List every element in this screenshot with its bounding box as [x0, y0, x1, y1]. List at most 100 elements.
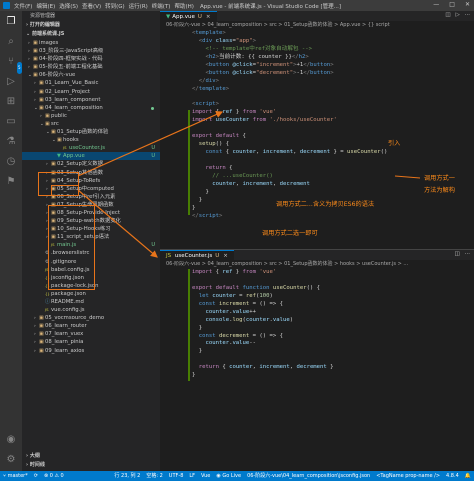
language-mode[interactable]: Vue [201, 471, 210, 481]
menu-item[interactable]: 终端(T) [152, 2, 171, 10]
code-line: import { ref } from 'vue' [192, 109, 277, 116]
close-tab-icon[interactable]: × [206, 14, 211, 20]
folder-item[interactable]: ⌄▣src [22, 120, 160, 128]
file-item[interactable]: JS vue.config.js [22, 306, 160, 314]
ts-version[interactable]: 4.8.4 [446, 471, 459, 481]
window-title: App.vue - 前端系统课.js - Visual Studio Code … [200, 4, 342, 10]
code-line: return { counter, increment, decrement } [198, 364, 334, 371]
tree-item-label: README.md [51, 299, 84, 305]
folder-item[interactable]: › ▣06_learn_router [22, 322, 160, 330]
folder-item[interactable]: › ▣04-阶段四-框架实战 - 代码 [22, 55, 160, 63]
folder-item[interactable]: ⌄▣06-阶段六-vue [22, 71, 160, 79]
workspace-section[interactable]: ⌄ 前端系统课.JS [22, 30, 160, 39]
tree-item-label: 04-阶段四-框架实战 - 代码 [39, 56, 103, 63]
menu-item[interactable]: 运行(R) [129, 2, 148, 10]
run-icon[interactable]: ▷ [456, 12, 460, 18]
folder-item[interactable]: › ▣07_learn_vuex [22, 330, 160, 338]
source-control-icon[interactable]: ⑂ 5 [5, 56, 22, 74]
menu-item[interactable]: 转到(G) [105, 2, 125, 10]
more-actions-icon[interactable]: ··· [465, 12, 470, 18]
tab-use-counter-js[interactable]: JS useCounter.js U × [160, 250, 234, 261]
file-item[interactable]: ▼ App.vue U [22, 152, 160, 161]
code-line: </div> [198, 77, 219, 84]
sync-icon[interactable]: ⟳ [34, 471, 38, 481]
go-live-button[interactable]: ◉ Go Live [216, 471, 241, 481]
folder-item[interactable]: › ▣09_learn_axios [22, 347, 160, 355]
notification-bell-icon[interactable]: 🔔 [465, 471, 471, 481]
remote-explorer-icon[interactable]: ▭ [5, 116, 17, 128]
menu-item[interactable]: 文件(F) [14, 2, 32, 10]
close-tab-icon[interactable]: × [223, 253, 228, 259]
editor-group-app-vue: ▼ App.vue U × ◫ ▷ ··· 06-阶段六-vue > 04_learn… [160, 11, 474, 249]
folder-item[interactable]: › ▣03_learn_component [22, 96, 160, 104]
folder-item[interactable]: ⌄▣04_learn_composition [22, 104, 160, 112]
vscode-logo-icon [3, 2, 10, 9]
eol-status[interactable]: LF [189, 471, 195, 481]
outline-section[interactable]: › 大纲 [22, 452, 160, 460]
close-window-button[interactable]: ✕ [465, 1, 470, 8]
problems-status[interactable]: ⊗ 0 ⚠ 0 [44, 471, 64, 481]
search-icon[interactable]: ⌕ [5, 36, 17, 48]
explorer-icon[interactable]: ❐ [5, 16, 17, 28]
cursor-position[interactable]: 行 23, 列 2 [114, 471, 140, 481]
more-actions-icon[interactable]: ··· [465, 251, 470, 257]
tree-item-label: 03_阶段三-JavaScript高级 [39, 48, 104, 55]
folder-item[interactable]: › ▣02_Learn_Project [22, 88, 160, 96]
tag-name-status[interactable]: <TagName prop-name /> [376, 471, 440, 481]
file-item[interactable]: {}package.json [22, 290, 160, 298]
menu-item[interactable]: 编辑(E) [36, 2, 55, 10]
annotation-way2: 调用方式二...含义为拷贝ES6的语法 [276, 201, 375, 208]
branch-status[interactable]: ⑂ master* [3, 471, 28, 481]
tab-app-vue[interactable]: ▼ App.vue U × [160, 11, 217, 22]
folder-item[interactable]: › ▣images [22, 39, 160, 47]
indentation-status[interactable]: 空格: 2 [146, 471, 162, 481]
menu-item[interactable]: 选择(S) [59, 2, 78, 10]
split-editor-icon[interactable]: ◫ [445, 12, 450, 18]
folder-item[interactable]: › ▣05-阶段五-前端工程化基础 [22, 63, 160, 71]
encoding-status[interactable]: UTF-8 [169, 471, 184, 481]
editor-tab-bar: ▼ App.vue U × ◫ ▷ ··· [160, 11, 474, 22]
folder-item[interactable]: › ▣public [22, 112, 160, 120]
git-added-marker [188, 110, 190, 215]
code-line: import useCounter from './hooks/useCount… [192, 117, 337, 124]
code-line: <button @click="decrement">-1</button> [205, 69, 334, 76]
run-debug-icon[interactable]: ▷ [5, 76, 17, 88]
untracked-badge: U [151, 153, 155, 160]
bookmark-icon[interactable]: ⚑ [5, 176, 17, 188]
folder-item[interactable]: › ▣01_Learn_Vue_Basic [22, 79, 160, 87]
code-line: export default { [192, 133, 246, 140]
settings-gear-icon[interactable]: ⚙ [5, 454, 17, 466]
account-icon[interactable]: ◉ [5, 434, 17, 446]
tree-item-label: useCounter.js [69, 145, 105, 152]
code-area[interactable]: import { ref } from 'vue' export default… [160, 269, 474, 381]
git-added-marker [188, 269, 190, 381]
file-item[interactable]: ⓘREADME.md [22, 298, 160, 306]
jsconfig-path[interactable]: 06-阶段六-vue\04_learn_composition\jsconfig… [247, 471, 370, 481]
timeline-section[interactable]: › 时间线 [22, 461, 160, 469]
folder-item[interactable]: ⌄▣hooks [22, 136, 160, 144]
tree-item-label: public [51, 112, 67, 119]
open-editors-section[interactable]: › 打开的编辑器 [22, 21, 160, 30]
folder-item[interactable]: ⌄▣01_Setup函数的体验 [22, 128, 160, 136]
code-line: <!-- template中ref对象自动解包 --> [205, 45, 312, 52]
folder-item[interactable]: › ▣05_vocmsource_demo [22, 314, 160, 322]
editor-actions: ◫ ··· [455, 251, 470, 257]
code-line: import { ref } from 'vue' [192, 269, 277, 275]
highlight-box-usecounter [51, 185, 79, 196]
history-icon[interactable]: ◷ [5, 156, 17, 168]
breadcrumb[interactable]: 06-阶段六-vue > 04_learn_composition > src … [160, 260, 474, 269]
testing-icon[interactable]: ⚗ [5, 136, 17, 148]
menu-item[interactable]: 帮助(H) [174, 2, 193, 10]
split-editor-icon[interactable]: ◫ [455, 251, 460, 257]
menu-item[interactable]: 查看(V) [82, 2, 101, 10]
folder-item[interactable]: › ▣08_learn_pinia [22, 338, 160, 346]
folder-item[interactable]: › ▣03_阶段三-JavaScript高级 [22, 47, 160, 55]
extensions-icon[interactable]: ⊞ [5, 96, 17, 108]
file-item[interactable]: JS useCounter.js U [22, 144, 160, 152]
breadcrumb[interactable]: 06-阶段六-vue > 04_learn_composition > src … [160, 21, 474, 30]
minimize-button[interactable]: — [433, 1, 439, 8]
maximize-button[interactable]: □ [449, 1, 455, 8]
folder-item[interactable]: › ▣02_Setup定义数据 [22, 160, 160, 168]
